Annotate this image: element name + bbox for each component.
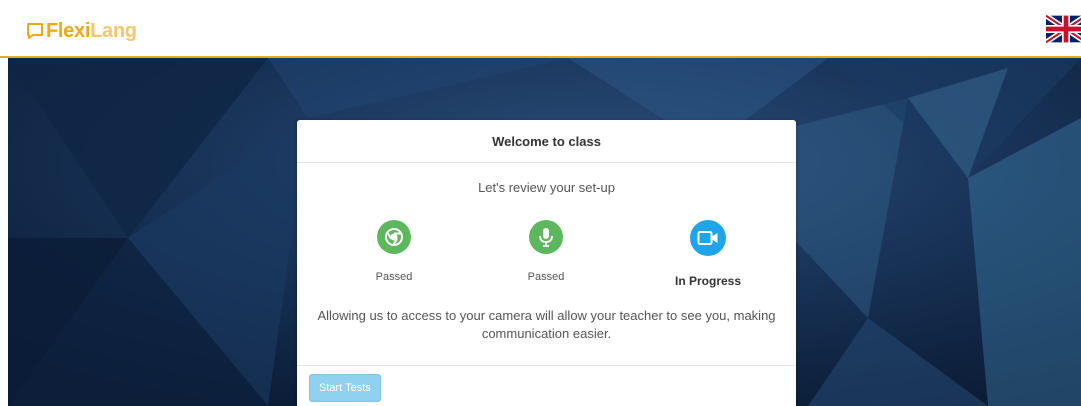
dialog-subtitle: Let's review your set-up [478, 180, 615, 195]
top-navbar: FlexiLang [0, 0, 1081, 58]
dialog-title: Welcome to class [297, 120, 796, 163]
step-microphone: Passed [486, 220, 606, 283]
start-tests-button[interactable]: Start Tests [309, 374, 381, 402]
logo-text-lang: Lang [90, 19, 137, 42]
logo-text-flexi: Flexi [46, 19, 91, 42]
microphone-icon [529, 220, 563, 254]
page: FlexiLang Welcome to class Let's review … [0, 0, 1081, 406]
step-browser-status: Passed [375, 271, 413, 283]
step-microphone-status: Passed [527, 271, 565, 283]
chat-bubble-icon [27, 23, 43, 39]
step-camera-status: In Progress [674, 274, 742, 288]
camera-permission-description: Allowing us to access to your camera wil… [317, 308, 776, 341]
setup-check-dialog: Welcome to class Let's review your set-u… [297, 120, 796, 406]
step-browser: Passed [334, 220, 454, 283]
dialog-footer-divider [297, 365, 796, 366]
video-camera-icon [690, 220, 726, 256]
flexilang-logo[interactable]: FlexiLang [26, 18, 137, 44]
chrome-icon [377, 220, 411, 254]
step-camera: In Progress [648, 220, 768, 288]
uk-flag-icon[interactable] [1046, 15, 1081, 43]
